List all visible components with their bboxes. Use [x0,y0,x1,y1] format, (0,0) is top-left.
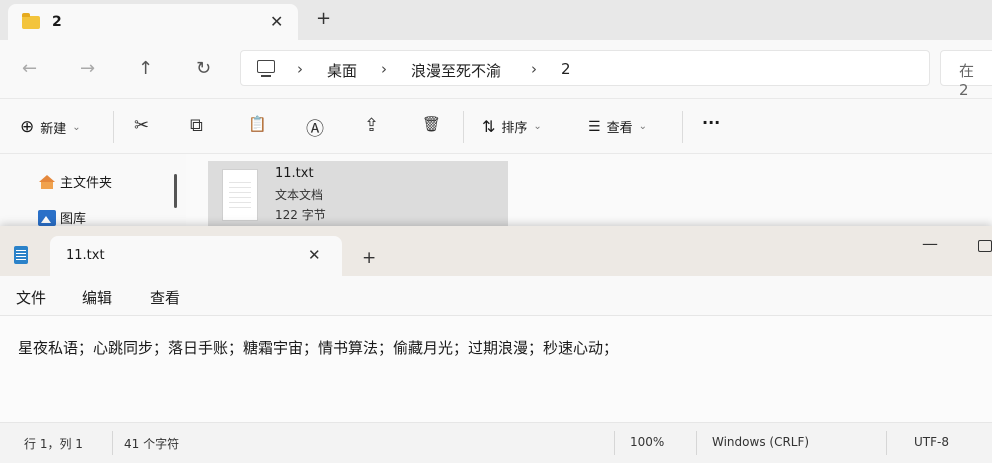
new-tab-button[interactable]: + [316,8,331,29]
explorer-tab-title: 2 [52,14,62,30]
zoom-level[interactable]: 100% [630,435,664,449]
notepad-app-icon [14,246,28,264]
forward-arrow-icon[interactable]: → [80,58,95,79]
folder-icon [22,13,40,29]
view-icon: ☰ [588,118,601,135]
toolbar-divider [113,111,114,143]
explorer-tab[interactable]: 2 ✕ [8,4,298,40]
more-options-button[interactable]: ··· [702,113,720,132]
view-button[interactable]: ☰ 查看 ⌄ [588,117,647,137]
status-divider [614,431,615,455]
notepad-tab-bar: 11.txt ✕ + — [0,226,992,276]
sort-icon: ⇅ [482,117,496,136]
plus-circle-icon: ⊕ [20,117,35,137]
breadcrumb-separator: › [531,60,537,78]
cursor-position: 行 1，列 1 [24,437,83,451]
back-arrow-icon[interactable]: ← [22,58,37,79]
menu-view[interactable]: 查看 [150,287,180,308]
notepad-tab-title: 11.txt [66,248,105,263]
notepad-menu-bar: 文件 编辑 查看 [0,276,992,316]
chevron-down-icon: ⌄ [533,121,542,132]
explorer-tab-bar: 2 ✕ + [0,0,992,40]
file-type: 文本文档 [275,188,324,202]
close-tab-icon[interactable]: ✕ [270,12,283,31]
status-divider [696,431,697,455]
toolbar-divider [682,111,683,143]
editor-content[interactable]: 星夜私语；心跳同步；落日手账；糖霜宇宙；情书算法；偷藏月光；过期浪漫；秒速心动； [18,337,618,358]
text-editor-area[interactable]: 星夜私语；心跳同步；落日手账；糖霜宇宙；情书算法；偷藏月光；过期浪漫；秒速心动； [0,316,992,422]
sidebar-item-home[interactable]: 主文件夹 [38,172,112,191]
status-divider [886,431,887,455]
menu-edit[interactable]: 编辑 [82,287,112,308]
breadcrumb-separator: › [381,60,387,78]
address-bar[interactable]: › 桌面 › 浪漫至死不渝 › 2 [240,50,930,86]
text-file-icon [222,169,258,221]
line-ending[interactable]: Windows (CRLF) [712,435,809,449]
file-size: 122 字节 [275,208,326,222]
file-item[interactable]: 11.txt 文本文档 122 字节 [208,161,508,232]
sidebar-item-gallery[interactable]: 图库 [38,208,86,227]
share-icon[interactable]: ⇪ [364,115,379,136]
search-input[interactable]: 在 2 [940,50,992,99]
home-icon [38,174,56,189]
refresh-icon[interactable]: ↻ [196,58,211,79]
sort-button[interactable]: ⇅ 排序 ⌄ [482,117,542,136]
gallery-icon [38,209,56,226]
sidebar-item-label: 主文件夹 [60,176,113,191]
chevron-down-icon: ⌄ [72,121,81,133]
copy-icon[interactable]: ⧉ [190,115,203,136]
menu-file[interactable]: 文件 [16,287,46,308]
breadcrumb-current[interactable]: 2 [561,60,571,78]
toolbar-divider [463,111,464,143]
status-bar: 行 1，列 1 41 个字符 100% Windows (CRLF) UTF-8 [0,422,992,463]
status-divider [112,431,113,455]
this-pc-icon[interactable] [257,60,275,77]
paste-icon[interactable]: 📋 [248,115,267,133]
explorer-navigation-bar: ← → ↑ ↻ › 桌面 › 浪漫至死不渝 › 2 在 2 [0,40,992,99]
notepad-window: 11.txt ✕ + — 文件 编辑 查看 星夜私语；心跳同步；落日手账；糖霜宇… [0,226,992,463]
breadcrumb-folder[interactable]: 浪漫至死不渝 [411,60,501,81]
minimize-button[interactable]: — [922,234,938,253]
cut-icon[interactable]: ✂ [134,115,149,136]
new-button[interactable]: ⊕ 新建 ⌄ [20,117,81,137]
breadcrumb-desktop[interactable]: 桌面 [327,60,357,81]
notepad-tab[interactable]: 11.txt ✕ [50,236,342,276]
new-label: 新建 [40,121,67,137]
new-tab-button[interactable]: + [362,248,376,268]
sidebar-item-label: 图库 [60,212,87,227]
character-count: 41 个字符 [124,437,180,451]
close-tab-icon[interactable]: ✕ [308,246,321,264]
delete-icon[interactable]: 🗑 [422,115,441,133]
chevron-down-icon: ⌄ [638,121,647,132]
sidebar-scrollbar[interactable] [174,174,177,208]
view-label: 查看 [606,121,633,136]
up-arrow-icon[interactable]: ↑ [138,58,153,79]
file-explorer-window: 2 ✕ + ← → ↑ ↻ › 桌面 › 浪漫至死不渝 › 2 在 2 ⊕ 新建… [0,0,992,232]
breadcrumb-separator: › [297,60,303,78]
file-name: 11.txt [275,166,314,181]
explorer-body: 主文件夹 图库 11.txt 文本文档 122 字节 [0,154,992,232]
command-bar: ⊕ 新建 ⌄ ✂ ⧉ 📋 Ⓐ ⇪ 🗑 ⇅ 排序 ⌄ ☰ 查看 ⌄ ··· [0,98,992,154]
sort-label: 排序 [501,121,528,136]
rename-icon[interactable]: Ⓐ [306,115,324,141]
maximize-button[interactable] [978,240,992,252]
encoding[interactable]: UTF-8 [914,435,949,449]
navigation-pane: 主文件夹 图库 [0,154,186,232]
